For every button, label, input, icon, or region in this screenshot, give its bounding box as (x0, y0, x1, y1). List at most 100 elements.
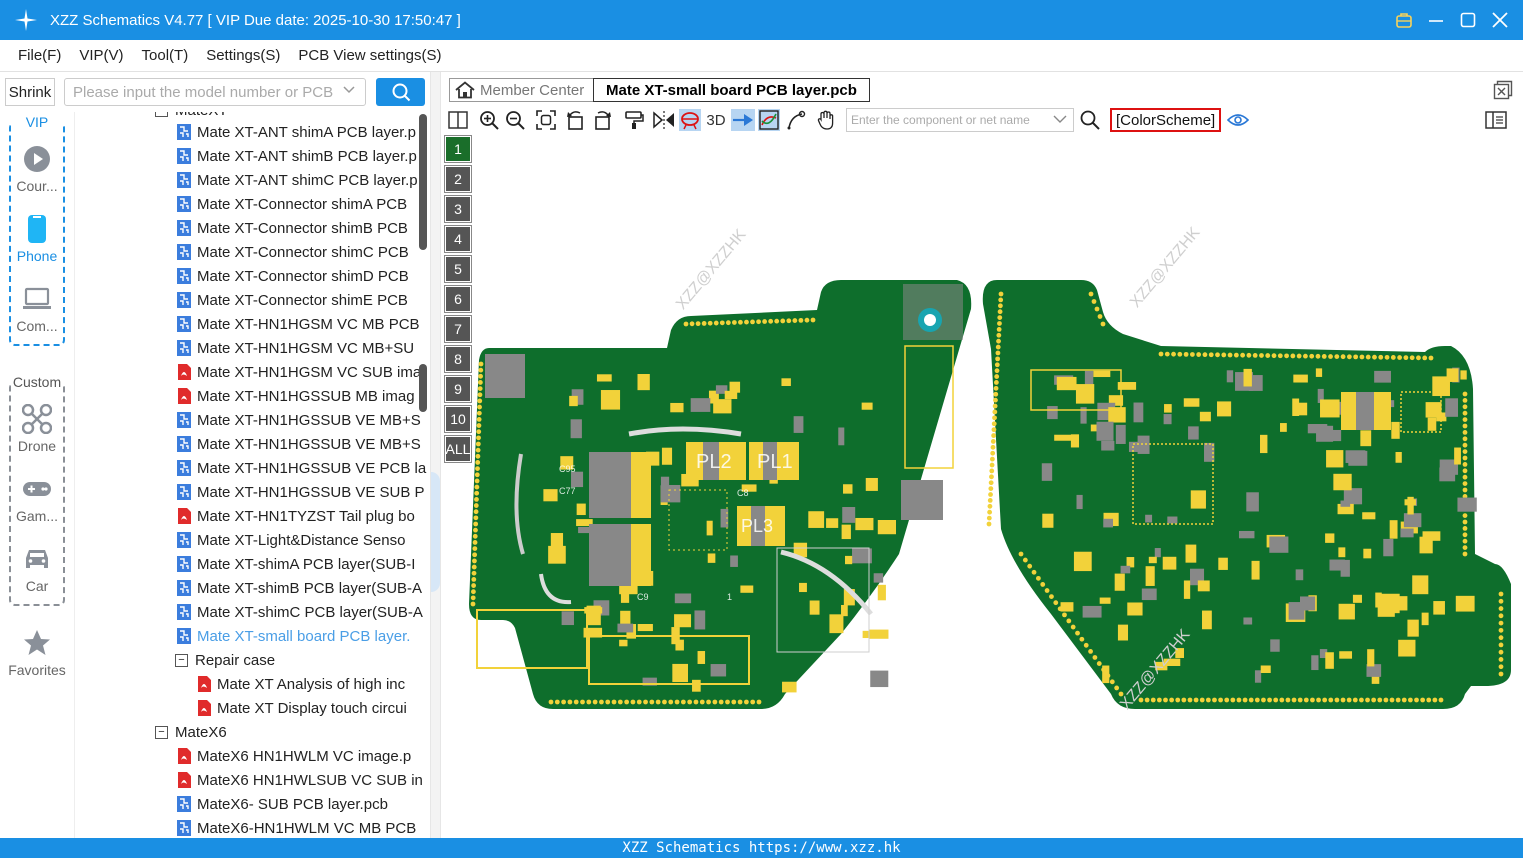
pcb-drawing[interactable]: PL2 PL1 PL3 C95 C77 C8 C9 1 (441, 134, 1523, 838)
layer-button-7[interactable]: 7 (444, 315, 472, 343)
close-button[interactable] (1491, 11, 1509, 29)
tab-member-center[interactable]: Member Center (449, 78, 598, 102)
tree-file-item[interactable]: Mate XT-HN1HGSSUB VE MB+S (177, 432, 421, 456)
layer-button-5[interactable]: 5 (444, 255, 472, 283)
collapse-handle[interactable] (431, 472, 440, 592)
zoom-out-icon[interactable] (504, 109, 526, 131)
shrink-button[interactable]: Shrink (5, 78, 55, 106)
tree-file-item[interactable]: Mate XT-Light&Distance Senso (177, 528, 405, 552)
collapse-toggle-icon[interactable]: − (155, 725, 168, 739)
layer-button-8[interactable]: 8 (444, 345, 472, 373)
scrollbar-thumb[interactable] (419, 114, 427, 250)
tree-file-item[interactable]: MateX6 HN1HWLM VC image.p (177, 744, 411, 768)
fit-view-icon[interactable] (535, 109, 557, 131)
menu-settings[interactable]: Settings(S) (198, 47, 288, 64)
eye-icon[interactable] (1227, 109, 1249, 131)
layer-button-3[interactable]: 3 (444, 195, 472, 223)
close-tab-icon[interactable] (1493, 80, 1513, 100)
trace-icon[interactable] (785, 109, 807, 131)
tree-file-item[interactable]: Mate XT-shimC PCB layer(SUB-A (177, 600, 423, 624)
tree-file-item[interactable]: Mate XT-HN1TYZST Tail plug bo (177, 504, 415, 528)
menu-tool[interactable]: Tool(T) (134, 47, 197, 64)
layer-toggle-icon[interactable] (758, 109, 780, 131)
format-painter-icon[interactable] (623, 109, 645, 131)
layer-button-6[interactable]: 6 (444, 285, 472, 313)
tree-file-item[interactable]: Mate XT-small board PCB layer. (177, 624, 410, 648)
view-3d-button[interactable]: 3D (703, 109, 729, 131)
tree-file-item[interactable]: Mate XT-HN1HGSM VC MB PCB (177, 312, 420, 336)
tree-file-item[interactable]: MateX6-HN1HWLM VC MB PCB (177, 816, 416, 838)
category-course[interactable]: Cour... (0, 144, 74, 194)
minimize-button[interactable] (1427, 11, 1445, 29)
board-label: PL2 (696, 451, 732, 473)
category-favorites[interactable]: Favorites (0, 628, 74, 678)
color-scheme-button[interactable]: [ColorScheme] (1110, 108, 1222, 132)
tree-file-item[interactable]: Mate XT-ANT shimC PCB layer.p (177, 168, 418, 192)
tree-file-item[interactable]: MateX6 HN1HWLSUB VC SUB in (177, 768, 423, 792)
layer-button-10[interactable]: 10 (444, 405, 472, 433)
tree-file-item[interactable]: Mate XT-ANT shimB PCB layer.p (177, 144, 417, 168)
collapse-toggle-icon[interactable]: − (155, 112, 168, 117)
category-car[interactable]: Car (0, 544, 74, 594)
tab-small-board-pcb[interactable]: Mate XT-small board PCB layer.pcb (593, 78, 870, 102)
layer-button-1[interactable]: 1 (444, 135, 472, 163)
panel-splitter[interactable] (430, 72, 441, 838)
tree-file-item[interactable]: Mate XT-ANT shimA PCB layer.p (177, 120, 416, 144)
tree-folder[interactable]: − MateX6 (155, 720, 227, 744)
zoom-in-icon[interactable] (478, 109, 500, 131)
net-highlight-icon[interactable] (679, 109, 701, 131)
smd-component (1421, 612, 1429, 626)
category-drone[interactable]: Drone (0, 404, 74, 454)
model-search-input[interactable] (73, 83, 333, 101)
via-pad (992, 415, 997, 421)
tree-file-item[interactable]: Mate XT-HN1HGSSUB VE SUB P (177, 480, 425, 504)
component-search-field[interactable] (846, 108, 1074, 132)
component-search-icon[interactable] (1079, 109, 1101, 131)
collapse-toggle-icon[interactable]: − (175, 653, 188, 667)
tree-file-item[interactable]: Mate XT Display touch circui (197, 696, 407, 720)
menu-file[interactable]: File(F) (10, 47, 69, 64)
menu-pcb-view-settings[interactable]: PCB View settings(S) (290, 47, 449, 64)
tree-file-item[interactable]: Mate XT-Connector shimC PCB (177, 240, 409, 264)
tree-file-item[interactable]: Mate XT-HN1HGSM VC MB+SU (177, 336, 414, 360)
scrollbar-thumb[interactable] (419, 364, 427, 412)
pcb-canvas[interactable]: PL2 PL1 PL3 C95 C77 C8 C9 1 XZZ@XZZHK XZZ@XZZHK… (441, 134, 1523, 838)
tree-file-item[interactable]: Mate XT Analysis of high inc (197, 672, 405, 696)
tree-file-item[interactable]: Mate XT-HN1HGSSUB VE PCB la (177, 456, 426, 480)
split-view-icon[interactable] (447, 109, 469, 131)
search-button[interactable] (376, 78, 425, 106)
tree-folder[interactable]: − Repair case (175, 648, 275, 672)
tree-file-item[interactable]: Mate XT-HN1HGSSUB VE MB+S (177, 408, 421, 432)
select-arrow-icon[interactable] (731, 109, 755, 131)
tree-file-item[interactable]: Mate XT-HN1HGSSUB MB imag (177, 384, 415, 408)
tree-scrollbar[interactable] (419, 114, 427, 414)
layer-button-2[interactable]: 2 (444, 165, 472, 193)
maximize-button[interactable] (1459, 11, 1477, 29)
tree-file-item[interactable]: Mate XT-Connector shimA PCB (177, 192, 407, 216)
rotate-right-icon[interactable] (591, 109, 613, 131)
component-search-input[interactable] (851, 113, 1051, 127)
menu-vip[interactable]: VIP(V) (71, 47, 131, 64)
rotate-left-icon[interactable] (565, 109, 587, 131)
tree-file-item[interactable]: Mate XT-Connector shimD PCB (177, 264, 409, 288)
tree-file-item[interactable]: Mate XT-shimB PCB layer(SUB-A (177, 576, 422, 600)
vip-bag-icon[interactable] (1395, 11, 1413, 29)
model-search-field[interactable] (64, 78, 366, 106)
smd-component (1367, 649, 1375, 667)
tree-file-item[interactable]: Mate XT-Connector shimB PCB (177, 216, 408, 240)
category-phone[interactable]: Phone (0, 214, 74, 264)
category-computer[interactable]: Com... (0, 284, 74, 334)
chevron-down-icon[interactable] (343, 83, 355, 99)
mirror-icon[interactable] (653, 109, 675, 131)
chevron-down-icon[interactable] (1053, 112, 1067, 129)
layer-button-4[interactable]: 4 (444, 225, 472, 253)
category-game[interactable]: Gam... (0, 474, 74, 524)
tree-file-item[interactable]: MateX6- SUB PCB layer.pcb (177, 792, 388, 816)
tree-file-item[interactable]: Mate XT-HN1HGSM VC SUB ima (177, 360, 421, 384)
layer-button-all[interactable]: ALL (444, 435, 472, 463)
side-panel-icon[interactable] (1485, 109, 1507, 131)
tree-file-item[interactable]: Mate XT-shimA PCB layer(SUB-I (177, 552, 415, 576)
layer-button-9[interactable]: 9 (444, 375, 472, 403)
pan-hand-icon[interactable] (815, 109, 837, 131)
tree-file-item[interactable]: Mate XT-Connector shimE PCB (177, 288, 408, 312)
